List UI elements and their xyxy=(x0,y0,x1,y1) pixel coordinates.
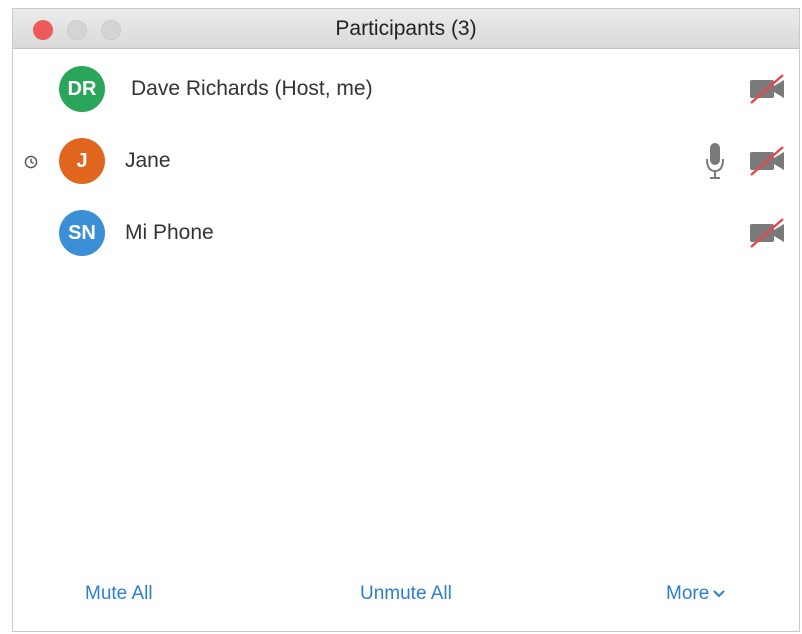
video-off-icon[interactable] xyxy=(747,72,787,106)
participant-row[interactable]: J Jane xyxy=(13,137,799,209)
participant-list: DR Dave Richards (Host, me) J Jane SN Mi… xyxy=(13,65,799,281)
microphone-icon[interactable] xyxy=(703,141,727,181)
more-button-label: More xyxy=(666,583,710,604)
participant-row[interactable]: SN Mi Phone xyxy=(13,209,799,281)
clock-icon xyxy=(24,155,38,169)
more-button[interactable]: More xyxy=(666,583,726,605)
participant-name: Mi Phone xyxy=(125,221,214,244)
participant-name: Jane xyxy=(125,149,171,172)
chevron-down-icon xyxy=(713,590,726,598)
participants-window: Participants (3) DR Dave Richards (Host,… xyxy=(12,8,800,632)
participants-footer: Mute All Unmute All More xyxy=(13,583,799,613)
participant-name: Dave Richards (Host, me) xyxy=(131,77,373,100)
title-bar: Participants (3) xyxy=(13,9,799,49)
avatar: SN xyxy=(59,210,105,256)
video-off-icon[interactable] xyxy=(747,216,787,250)
participant-row[interactable]: DR Dave Richards (Host, me) xyxy=(13,65,799,137)
video-off-icon[interactable] xyxy=(747,144,787,178)
mute-all-button[interactable]: Mute All xyxy=(85,583,153,605)
avatar: DR xyxy=(59,66,105,112)
avatar: J xyxy=(59,138,105,184)
window-title: Participants (3) xyxy=(335,17,477,40)
unmute-all-button[interactable]: Unmute All xyxy=(360,583,452,605)
